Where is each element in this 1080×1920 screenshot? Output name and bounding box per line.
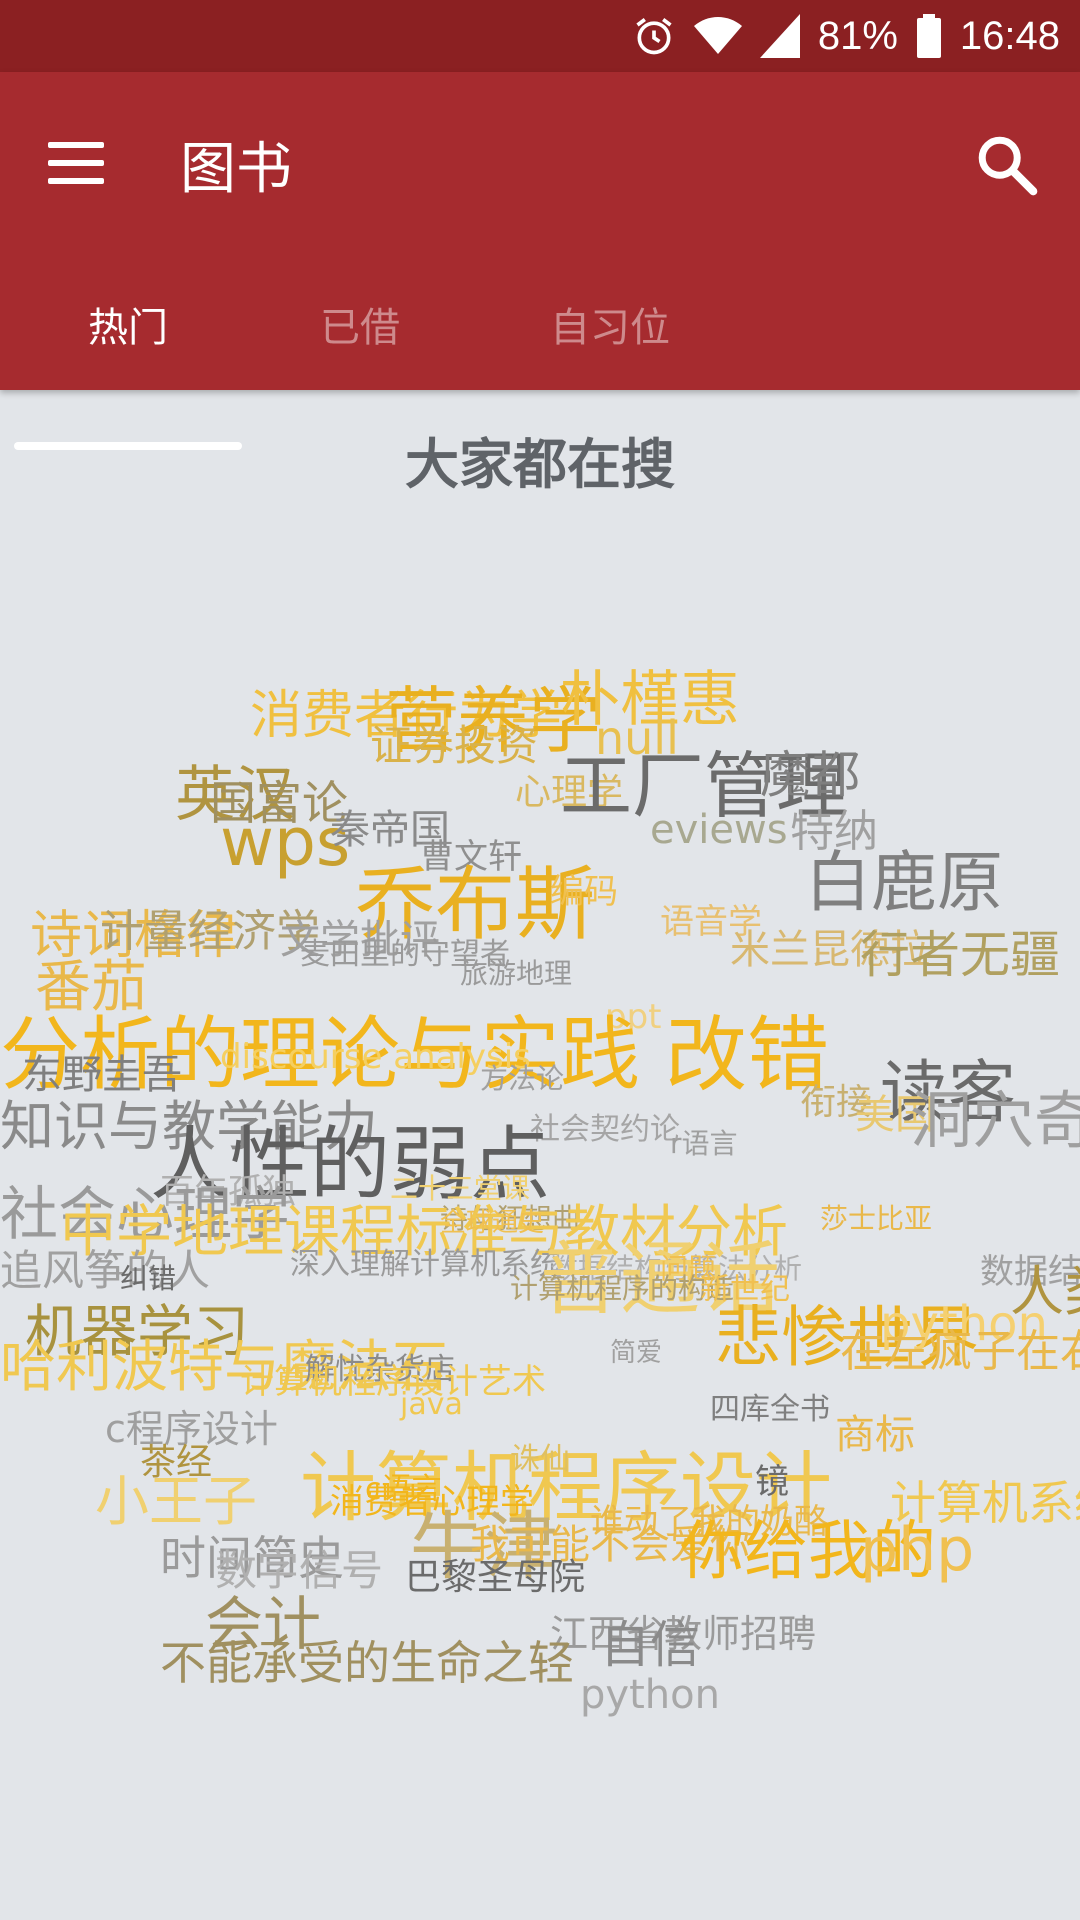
search-keyword[interactable]: 追风筝的人 (0, 1250, 210, 1292)
search-keyword[interactable]: 莎士比亚 (820, 1205, 932, 1233)
search-keyword[interactable]: 商标 (835, 1415, 915, 1455)
search-keyword[interactable]: python (580, 1675, 720, 1715)
search-keyword[interactable]: 白鹿原 (805, 850, 1003, 916)
tab-borrowed[interactable]: 已借 (250, 268, 470, 380)
search-keyword[interactable]: php (860, 1520, 974, 1580)
search-keyword[interactable]: 巴黎圣母院 (405, 1560, 585, 1596)
wifi-icon (693, 14, 742, 58)
search-keyword[interactable]: 编码 (550, 875, 618, 909)
search-keyword[interactable]: 证券投资 (370, 725, 538, 767)
signal-icon (759, 14, 800, 58)
search-keyword[interactable]: 方法论 (480, 1065, 564, 1093)
battery-percent: 81% (817, 13, 898, 58)
search-keyword[interactable]: 东野圭吾 (22, 1055, 182, 1095)
section-heading: 大家都在搜 (405, 433, 675, 496)
search-keyword[interactable]: 镜 (755, 1465, 789, 1499)
status-bar: 81% 16:48 (0, 0, 1080, 72)
search-keyword[interactable]: 旅游地理 (460, 960, 572, 988)
battery-icon (916, 14, 942, 58)
search-keyword[interactable]: 社会契约论 (530, 1115, 680, 1145)
clock: 16:48 (959, 13, 1060, 58)
search-keyword[interactable]: 纠错 (120, 1265, 176, 1293)
search-icon[interactable] (972, 130, 1042, 200)
tab-hot[interactable]: 热门 (14, 268, 242, 380)
search-keyword[interactable]: 简爱 (610, 1340, 662, 1366)
search-keyword[interactable]: eviews (650, 810, 788, 850)
search-keyword[interactable]: 全球通史 (440, 1210, 544, 1236)
search-keyword[interactable]: 洞穴奇案 (910, 1090, 1080, 1152)
alarm-icon (632, 14, 676, 58)
search-keyword[interactable]: 四库全书 (710, 1395, 830, 1425)
search-keyword[interactable]: 自信 (600, 1620, 700, 1670)
search-keyword[interactable]: 行者无疆 (860, 930, 1060, 980)
search-keyword[interactable]: 魔都 (760, 750, 860, 800)
search-keyword[interactable]: 在左疯子在右 (840, 1330, 1080, 1374)
search-keyword[interactable]: 小王子 (95, 1475, 257, 1529)
status-icons: 81% 16:48 (632, 0, 1060, 72)
search-keyword[interactable]: 数字信号 (215, 1550, 383, 1592)
search-keyword[interactable]: java (400, 1390, 463, 1420)
search-keyword[interactable]: 计算机程序设计艺术 (240, 1365, 546, 1399)
menu-icon[interactable] (48, 128, 118, 198)
search-keyword[interactable]: 二十三堂课 (390, 1175, 530, 1203)
tab-study-seat[interactable]: 自习位 (490, 268, 730, 380)
page-title: 图书 (180, 137, 292, 200)
search-keyword[interactable]: r语言 (670, 1130, 738, 1158)
search-keyword[interactable]: 不能承受的生命之轻 (160, 1640, 574, 1686)
tab-bar: 热门 已借 自习位 (0, 268, 1080, 450)
search-keyword[interactable]: 诛仙 (510, 1445, 570, 1475)
app-bar: 图书 热门 已借 自习位 (0, 72, 1080, 450)
